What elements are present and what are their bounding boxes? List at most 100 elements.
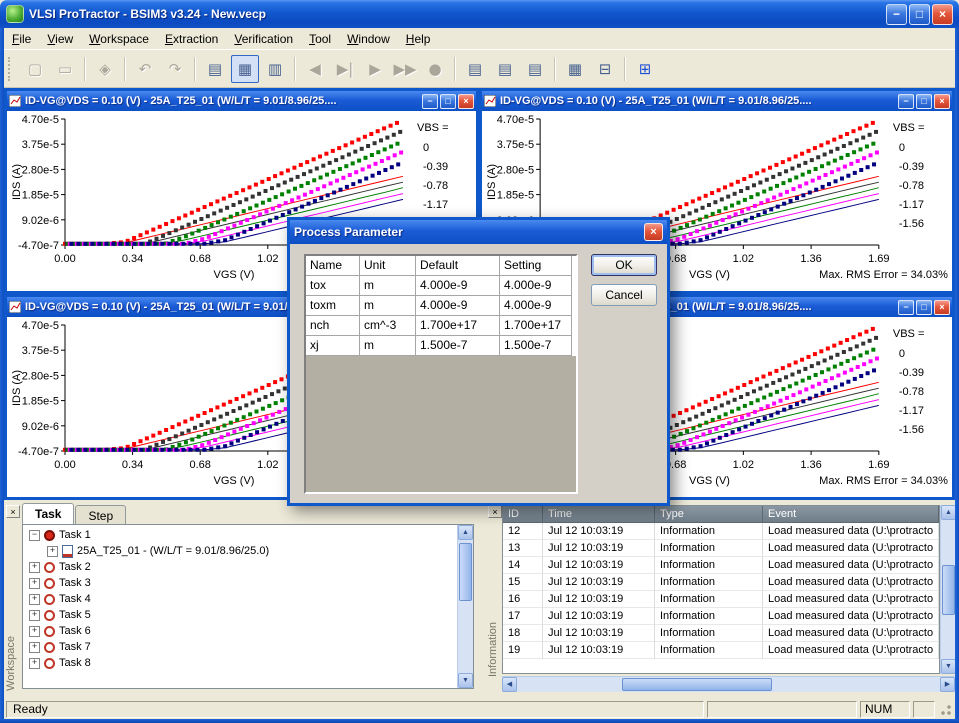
child-maximize-button[interactable]: □ xyxy=(916,300,932,315)
maximize-button[interactable]: □ xyxy=(909,4,930,25)
scrollbar-thumb[interactable] xyxy=(622,678,772,691)
scroll-left-button[interactable]: ◀ xyxy=(502,677,517,692)
tree-item-label[interactable]: Task 7 xyxy=(59,641,91,653)
table-cell[interactable]: toxm xyxy=(306,296,360,316)
parameter-table-row[interactable]: toxm4.000e-94.000e-9 xyxy=(306,276,576,296)
tree-item-label[interactable]: Task 5 xyxy=(59,609,91,621)
tree-expander[interactable]: + xyxy=(29,594,40,605)
tree-expander[interactable]: + xyxy=(29,562,40,573)
tree-item[interactable]: +Task 2 xyxy=(25,559,456,575)
child-minimize-button[interactable]: − xyxy=(898,300,914,315)
title-bar[interactable]: VLSI ProTractor - BSIM3 v3.24 - New.vecp… xyxy=(0,0,959,28)
step-forward-button[interactable]: ▶| xyxy=(331,55,359,83)
resize-grip[interactable] xyxy=(938,701,953,718)
table-cell[interactable]: Information xyxy=(655,642,763,659)
child-minimize-button[interactable]: − xyxy=(898,94,914,109)
dialog-close-button[interactable]: × xyxy=(644,223,663,241)
column-header[interactable]: Type xyxy=(655,506,763,523)
scroll-down-button[interactable]: ▼ xyxy=(458,673,473,688)
menu-extraction[interactable]: Extraction xyxy=(157,30,226,48)
tree-item-label[interactable]: Task 3 xyxy=(59,577,91,589)
menu-workspace[interactable]: Workspace xyxy=(81,30,157,48)
event-table-vscrollbar[interactable]: ▲ ▼ xyxy=(940,505,956,674)
event-table-row[interactable]: 14Jul 12 10:03:19InformationLoad measure… xyxy=(503,557,939,574)
tree-item-label[interactable]: 25A_T25_01 - (W/L/T = 9.01/8.96/25.0) xyxy=(77,545,269,557)
tree-item-label[interactable]: Task 8 xyxy=(59,657,91,669)
table-cell[interactable]: Jul 12 10:03:19 xyxy=(543,557,655,574)
menu-window[interactable]: Window xyxy=(339,30,398,48)
step-back-button[interactable]: ◀ xyxy=(301,55,329,83)
chart-window-titlebar[interactable]: ID-VG@VDS = 0.10 (V) - 25A_T25_01 (W/L/T… xyxy=(482,91,952,111)
scrollbar-thumb[interactable] xyxy=(942,565,955,615)
table-cell[interactable]: 12 xyxy=(503,523,543,540)
tree-expander[interactable]: + xyxy=(29,658,40,669)
tree-item[interactable]: −Task 1 xyxy=(25,527,456,543)
scroll-right-button[interactable]: ▶ xyxy=(940,677,955,692)
data-table-button[interactable]: ▦ xyxy=(561,55,589,83)
table-cell[interactable]: Information xyxy=(655,625,763,642)
new-document-button[interactable]: ▢ xyxy=(21,55,49,83)
table-cell[interactable]: Information xyxy=(655,540,763,557)
column-header[interactable]: Event xyxy=(763,506,939,523)
event-table-hscrollbar[interactable]: ◀ ▶ xyxy=(502,676,955,692)
table-cell[interactable]: 17 xyxy=(503,608,543,625)
table-cell[interactable]: Jul 12 10:03:19 xyxy=(543,523,655,540)
event-table-row[interactable]: 18Jul 12 10:03:19InformationLoad measure… xyxy=(503,625,939,642)
tree-item[interactable]: +25A_T25_01 - (W/L/T = 9.01/8.96/25.0) xyxy=(25,543,456,559)
dialog-titlebar[interactable]: Process Parameter × xyxy=(290,220,667,244)
scrollbar-thumb[interactable] xyxy=(459,543,472,601)
table-cell[interactable]: Load measured data (U:\protracto xyxy=(763,540,939,557)
report-error-button[interactable]: ▤ xyxy=(521,55,549,83)
record-button[interactable]: ● xyxy=(421,55,449,83)
table-cell[interactable]: nch xyxy=(306,316,360,336)
table-cell[interactable]: 16 xyxy=(503,591,543,608)
table-cell[interactable]: Load measured data (U:\protracto xyxy=(763,625,939,642)
table-cell[interactable]: cm^-3 xyxy=(360,316,416,336)
tree-item[interactable]: +Task 7 xyxy=(25,639,456,655)
run-button[interactable]: ▶ xyxy=(361,55,389,83)
plot-grid-button[interactable]: ▥ xyxy=(261,55,289,83)
tree-scrollbar[interactable]: ▲ ▼ xyxy=(457,525,473,688)
tree-item[interactable]: + Task 8 xyxy=(25,655,456,671)
table-cell[interactable]: 4.000e-9 xyxy=(416,296,500,316)
tree-item-label[interactable]: Task 6 xyxy=(59,625,91,637)
table-cell[interactable]: Load measured data (U:\protracto xyxy=(763,642,939,659)
child-close-button[interactable]: × xyxy=(934,300,950,315)
report-simulated-button[interactable]: ▤ xyxy=(491,55,519,83)
plot-edit-button[interactable]: ▦ xyxy=(231,55,259,83)
information-close-button[interactable]: × xyxy=(488,505,502,518)
table-cell[interactable]: Load measured data (U:\protracto xyxy=(763,574,939,591)
export-data-button[interactable]: ⊟ xyxy=(591,55,619,83)
tree-expander[interactable]: − xyxy=(29,530,40,541)
table-cell[interactable]: Jul 12 10:03:19 xyxy=(543,574,655,591)
tab-step[interactable]: Step xyxy=(75,505,126,524)
close-button[interactable]: × xyxy=(932,4,953,25)
table-cell[interactable]: Load measured data (U:\protracto xyxy=(763,608,939,625)
scroll-down-button[interactable]: ▼ xyxy=(941,659,956,674)
table-cell[interactable]: Information xyxy=(655,574,763,591)
table-cell[interactable]: 4.000e-9 xyxy=(500,276,572,296)
menu-help[interactable]: Help xyxy=(398,30,439,48)
tree-item[interactable]: +Task 6 xyxy=(25,623,456,639)
parameter-table-row[interactable]: xjm1.500e-71.500e-7 xyxy=(306,336,576,356)
table-cell[interactable]: Load measured data (U:\protracto xyxy=(763,557,939,574)
event-table-row[interactable]: 16Jul 12 10:03:19InformationLoad measure… xyxy=(503,591,939,608)
table-cell[interactable]: Jul 12 10:03:19 xyxy=(543,608,655,625)
report-measured-button[interactable]: ▤ xyxy=(461,55,489,83)
table-cell[interactable]: Information xyxy=(655,608,763,625)
table-cell[interactable]: 13 xyxy=(503,540,543,557)
table-cell[interactable]: 18 xyxy=(503,625,543,642)
event-table-row[interactable]: 13Jul 12 10:03:19InformationLoad measure… xyxy=(503,540,939,557)
table-cell[interactable]: 1.700e+17 xyxy=(416,316,500,336)
table-cell[interactable]: Jul 12 10:03:19 xyxy=(543,540,655,557)
tree-item-label[interactable]: Task 4 xyxy=(59,593,91,605)
column-header[interactable]: ID xyxy=(503,506,543,523)
redo-button[interactable]: ↷ xyxy=(161,55,189,83)
plot-window-button[interactable]: ▤ xyxy=(201,55,229,83)
parameter-table-row[interactable]: toxmm4.000e-94.000e-9 xyxy=(306,296,576,316)
chart-window-titlebar[interactable]: ID-VG@VDS = 0.10 (V) - 25A_T25_01 (W/L/T… xyxy=(7,91,476,111)
table-cell[interactable]: 14 xyxy=(503,557,543,574)
table-cell[interactable]: Jul 12 10:03:19 xyxy=(543,591,655,608)
tree-item[interactable]: + Task 4 xyxy=(25,591,456,607)
parameter-table[interactable]: NameUnitDefaultSettingtoxm4.000e-94.000e… xyxy=(304,254,578,494)
